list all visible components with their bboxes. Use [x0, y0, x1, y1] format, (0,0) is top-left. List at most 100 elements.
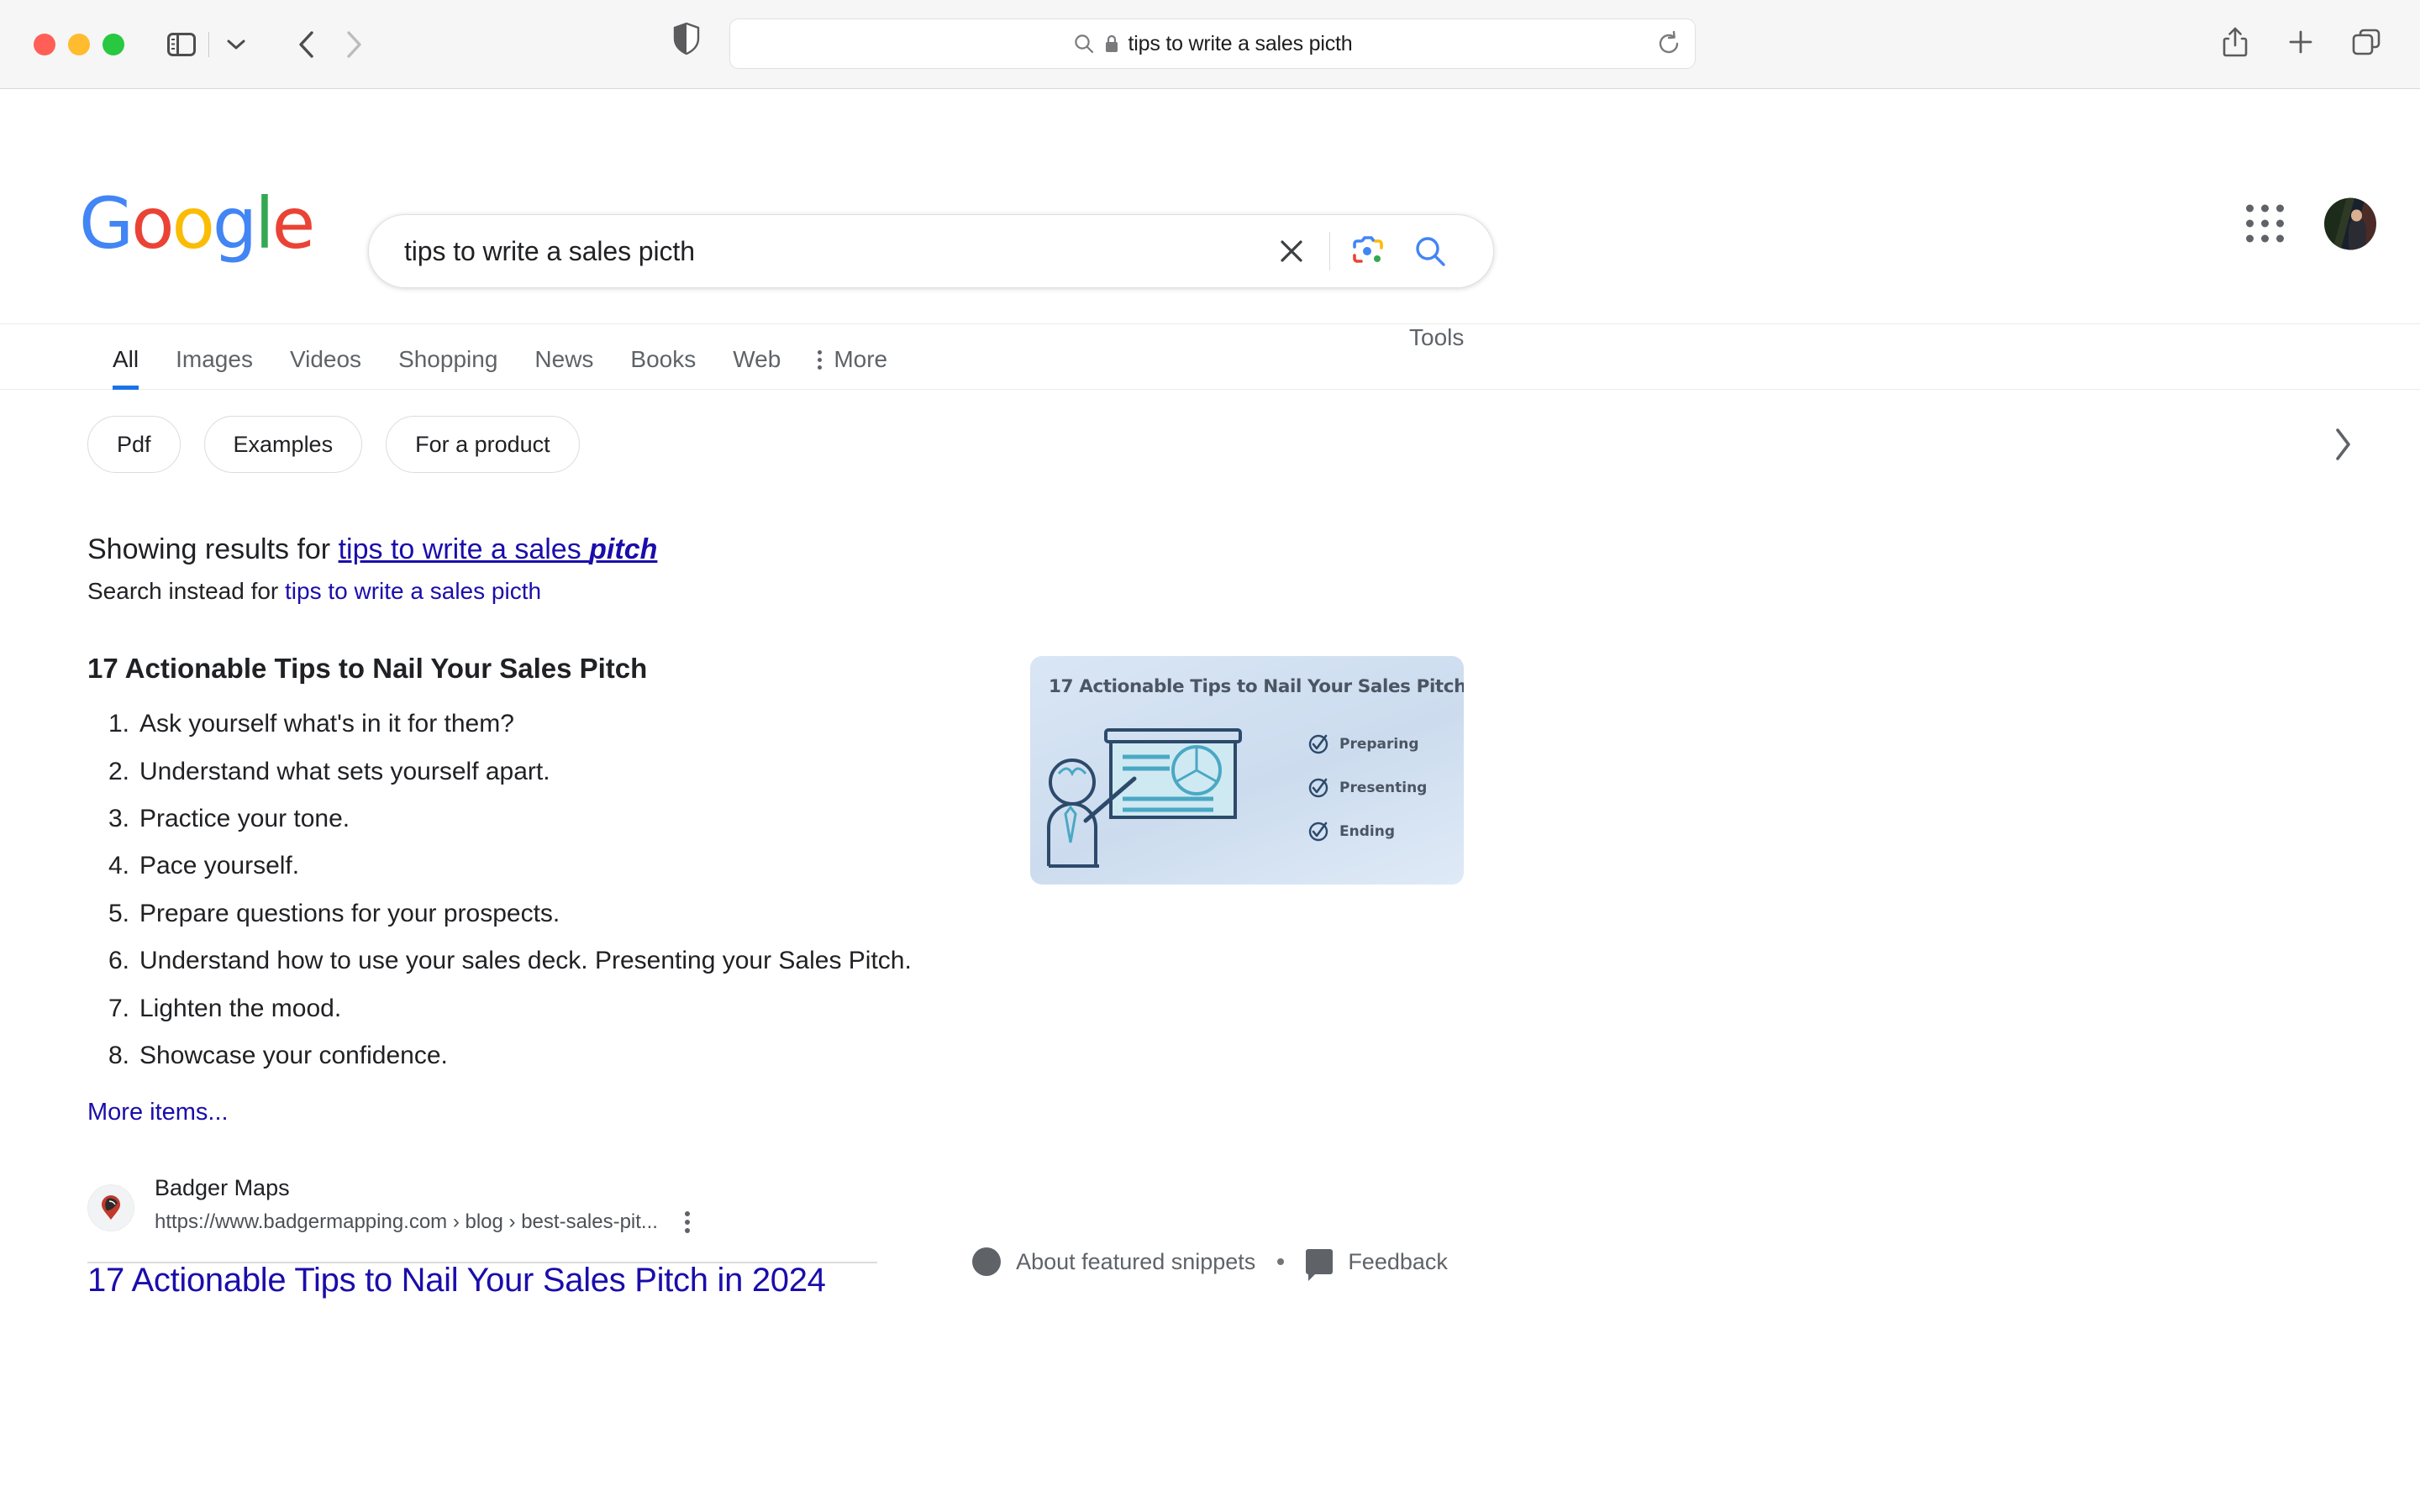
about-featured-snippets-label: About featured snippets — [1016, 1248, 1256, 1274]
tab-more[interactable]: More — [799, 346, 906, 390]
spelling-correction: Showing results for tips to write a sale… — [87, 529, 2420, 609]
featured-snippet-thumbnail[interactable]: 17 Actionable Tips to Nail Your Sales Pi… — [1030, 656, 1464, 885]
search-result-item: Badger Maps https://www.badgermapping.co… — [87, 1175, 2420, 1299]
tab-more-label: More — [834, 346, 888, 372]
tab-overview-icon[interactable] — [2343, 18, 2390, 66]
featured-snippet: 17 Actionable Tips to Nail Your Sales Pi… — [87, 653, 2420, 1126]
list-item: Prepare questions for your prospects. — [87, 898, 560, 931]
logo-letter-e: e — [271, 182, 316, 265]
help-question-icon: ? — [972, 1247, 1002, 1277]
tab-shopping[interactable]: Shopping — [380, 346, 516, 390]
thumbnail-check-label: Presenting — [1339, 780, 1428, 797]
badger-maps-favicon-icon — [87, 1184, 134, 1231]
search-instead-line: Search instead for tips to write a sales… — [87, 574, 2420, 609]
user-avatar[interactable] — [2324, 197, 2376, 249]
search-results: Showing results for tips to write a sale… — [0, 499, 2420, 1299]
list-item: Pace yourself. — [87, 850, 300, 883]
search-nav-bar: All Images Videos Shopping News Books We… — [0, 324, 2420, 390]
footer-separator-dot — [1277, 1258, 1285, 1266]
google-lens-icon[interactable] — [1337, 220, 1399, 282]
result-url: https://www.badgermapping.com › blog › b… — [155, 1210, 658, 1234]
footer-divider — [87, 1262, 877, 1264]
list-item: Lighten the mood. — [87, 993, 342, 1026]
thumbnail-check-label: Preparing — [1339, 736, 1419, 753]
thumbnail-check-presenting: Presenting — [1307, 777, 1427, 799]
logo-letter-g: g — [212, 182, 257, 265]
result-more-options-icon[interactable] — [676, 1205, 698, 1240]
search-tabs: All Images Videos Shopping News Books We… — [103, 324, 906, 390]
tab-images[interactable]: Images — [157, 346, 271, 390]
logo-letter-l: l — [255, 182, 274, 265]
tab-images-label: Images — [176, 346, 253, 372]
showing-results-line: Showing results for tips to write a sale… — [87, 529, 2420, 570]
share-icon[interactable] — [2212, 18, 2259, 66]
browser-toolbar: tips to write a sales picth — [0, 0, 2420, 89]
lock-icon — [1105, 34, 1118, 52]
logo-letter-o1: o — [131, 182, 174, 265]
filter-chip-for-a-product[interactable]: For a product — [386, 416, 580, 473]
search-submit-icon[interactable] — [1399, 220, 1461, 282]
tab-books-label: Books — [630, 346, 697, 372]
chevron-right-icon[interactable] — [2317, 419, 2368, 470]
tab-all-label: All — [113, 346, 139, 372]
check-circle-icon — [1308, 778, 1328, 798]
clear-search-icon[interactable] — [1260, 220, 1323, 282]
tab-news[interactable]: News — [516, 346, 612, 390]
search-input[interactable]: tips to write a sales picth — [404, 236, 1260, 267]
list-item: Practice your tone. — [87, 803, 350, 836]
kebab-menu-icon — [818, 349, 823, 370]
list-item: Showcase your confidence. — [87, 1040, 448, 1073]
maximize-window-button[interactable] — [103, 33, 124, 55]
privacy-shield-icon[interactable] — [672, 22, 701, 60]
thumbnail-checklist: Preparing Presenting Ending — [1307, 733, 1427, 864]
tab-web-label: Web — [733, 346, 781, 372]
tab-videos[interactable]: Videos — [271, 346, 380, 390]
new-tab-plus-icon[interactable] — [2277, 18, 2324, 66]
window-controls — [34, 33, 124, 55]
filter-chip-examples[interactable]: Examples — [203, 416, 363, 473]
tab-news-label: News — [534, 346, 594, 372]
list-item: Understand how to use your sales deck. P… — [87, 945, 912, 978]
check-circle-icon — [1308, 734, 1328, 754]
google-apps-icon[interactable] — [2238, 197, 2292, 251]
feedback-button[interactable]: ! Feedback — [1306, 1248, 1448, 1282]
tab-shopping-label: Shopping — [398, 346, 498, 372]
toolbar-divider — [208, 31, 209, 57]
back-arrow-icon[interactable] — [283, 21, 330, 68]
search-icon — [1074, 34, 1093, 54]
about-featured-snippets-button[interactable]: ? About featured snippets — [972, 1247, 1256, 1277]
featured-snippet-footer: ? About featured snippets ! Feedback — [0, 1247, 2420, 1282]
corrected-query-bold: pitch — [589, 533, 658, 565]
more-items-link[interactable]: More items... — [87, 1099, 229, 1126]
close-window-button[interactable] — [34, 33, 55, 55]
sidebar-toggle-icon[interactable] — [158, 21, 205, 68]
feedback-icon: ! — [1306, 1249, 1334, 1282]
tools-button[interactable]: Tools — [1391, 324, 1482, 368]
tab-videos-label: Videos — [289, 346, 362, 372]
search-box-divider — [1329, 232, 1330, 270]
tab-all[interactable]: All — [103, 346, 157, 390]
tab-books[interactable]: Books — [612, 346, 714, 390]
tab-web[interactable]: Web — [714, 346, 799, 390]
forward-arrow-icon[interactable] — [330, 21, 377, 68]
minimize-window-button[interactable] — [68, 33, 90, 55]
list-item: Understand what sets yourself apart. — [87, 756, 550, 789]
address-bar[interactable]: tips to write a sales picth — [729, 18, 1696, 69]
search-instead-link[interactable]: tips to write a sales picth — [285, 578, 541, 604]
thumbnail-check-label: Ending — [1339, 823, 1395, 841]
check-circle-icon — [1308, 822, 1328, 842]
logo-letter-o2: o — [171, 182, 215, 265]
thumbnail-check-preparing: Preparing — [1307, 733, 1427, 755]
thumbnail-title: 17 Actionable Tips to Nail Your Sales Pi… — [1049, 676, 1464, 698]
corrected-query-link[interactable]: tips to write a sales pitch — [339, 533, 658, 565]
list-item: Ask yourself what's in it for them? — [87, 708, 514, 741]
chevron-down-icon[interactable] — [213, 21, 260, 68]
google-logo[interactable]: Google — [79, 188, 315, 259]
search-box[interactable]: tips to write a sales picth — [368, 214, 1494, 288]
filter-chip-pdf[interactable]: Pdf — [87, 416, 181, 473]
reload-icon[interactable] — [1655, 29, 1683, 62]
result-source-name: Badger Maps — [155, 1175, 290, 1201]
feedback-label: Feedback — [1348, 1248, 1448, 1274]
featured-snippet-list: Ask yourself what's in it for them? Unde… — [87, 708, 1062, 1087]
thumbnail-check-ending: Ending — [1307, 821, 1427, 843]
